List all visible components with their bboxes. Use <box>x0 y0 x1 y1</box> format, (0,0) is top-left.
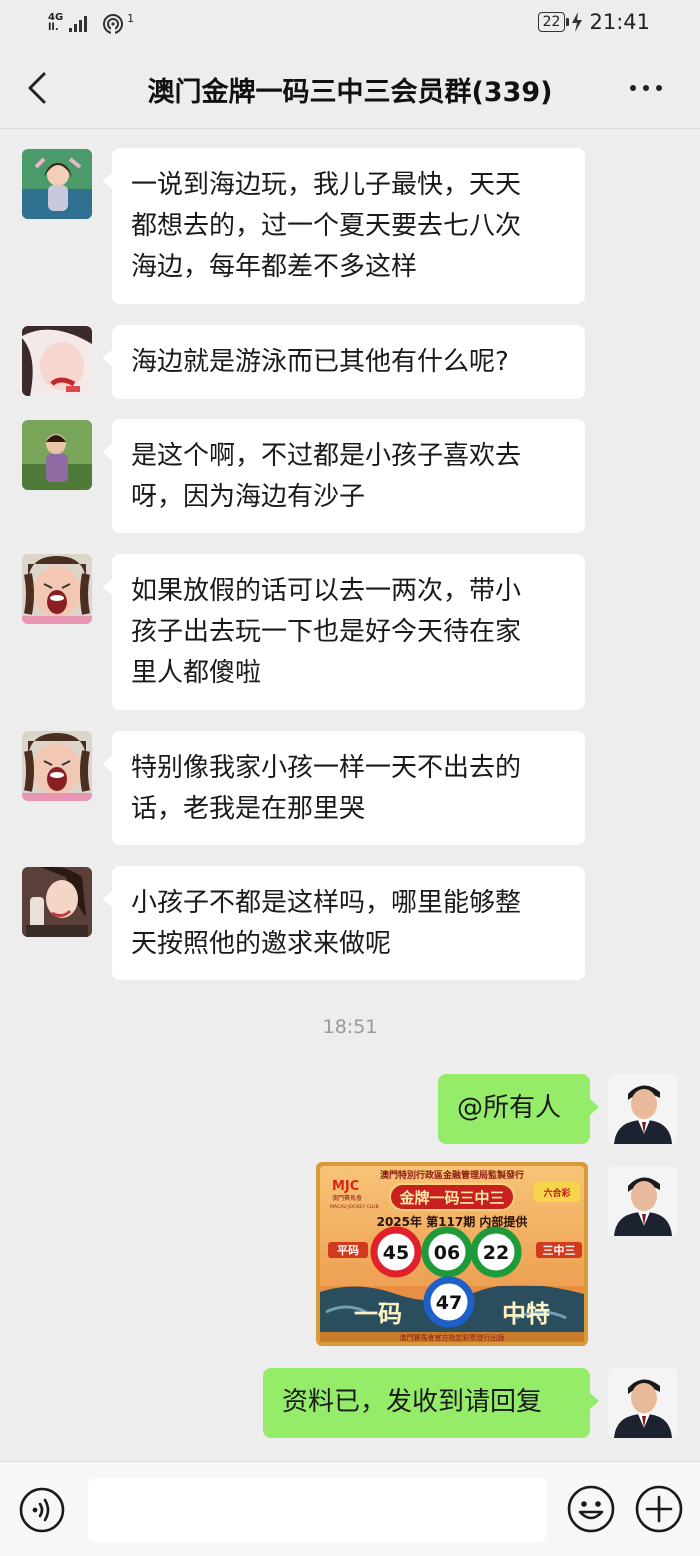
message-timestamp: 18:51 <box>322 1016 378 1038</box>
chat-title: 澳门金牌一码三中三会员群(339) <box>147 77 553 108</box>
voice-button[interactable] <box>18 1486 66 1534</box>
network-indicator: 4G ll. <box>48 13 63 33</box>
clock: 21:41 <box>589 10 650 34</box>
charging-icon <box>572 12 583 32</box>
avatar[interactable] <box>22 326 92 396</box>
avatar-photo <box>22 867 92 937</box>
poster-badge: 六合彩 <box>543 1187 570 1199</box>
back-button[interactable] <box>22 68 62 108</box>
avatar-photo <box>22 149 92 219</box>
chat-header: 澳门金牌一码三中三会员群(339) <box>0 48 700 129</box>
message-text: 特别像我家小孩一样一天不出去的 话，老我是在那里哭 <box>131 753 522 824</box>
avatar[interactable] <box>22 867 92 937</box>
message-text: 是这个啊，不过都是小孩子喜欢去 呀，因为海边有沙子 <box>131 441 522 512</box>
voice-icon <box>19 1487 65 1533</box>
more-dots-icon <box>630 85 662 91</box>
ball-number: 45 <box>383 1242 409 1264</box>
message-text: 一说到海边玩，我儿子最快，天天 都想去的，过一个夏天要去七八次 海边，每年都差不… <box>131 170 522 282</box>
avatar-photo <box>22 731 92 801</box>
status-bar: 4G ll. 1 22 21:41 <box>0 0 700 44</box>
more-functions-button[interactable] <box>634 1484 684 1534</box>
message-bubble[interactable]: 如果放假的话可以去一两次，带小 孩子出去玩一下也是好今天待在家 里人都傻啦 <box>103 554 585 710</box>
poster-bottom-right: 中特 <box>502 1299 550 1328</box>
my-avatar[interactable] <box>608 1166 678 1236</box>
my-message-bubble[interactable]: @所有人 <box>438 1074 599 1144</box>
message-text: @所有人 <box>457 1093 562 1123</box>
avatar-photo <box>22 554 92 624</box>
poster-footer: 澳門賽馬會官方指定彩票發行出版 <box>400 1333 505 1342</box>
status-left: 4G ll. 1 <box>48 12 134 34</box>
back-arrow-icon <box>28 72 46 104</box>
input-bar <box>0 1461 700 1556</box>
avatar[interactable] <box>22 149 92 219</box>
ball-number: 06 <box>434 1242 460 1264</box>
avatar-photo <box>608 1166 678 1236</box>
avatar-photo <box>22 420 92 490</box>
emoji-icon <box>567 1485 615 1533</box>
poster-bottom-left: 一码 <box>354 1299 402 1328</box>
message-text: 如果放假的话可以去一两次，带小 孩子出去玩一下也是好今天待在家 里人都傻啦 <box>131 576 522 688</box>
poster-top-banner: 澳門特別行政區金融管理局監製發行 <box>380 1169 524 1181</box>
lottery-poster: 澳門特別行政區金融管理局監製發行 MJC 澳門賽馬會 MACAU JOCKEY … <box>316 1162 588 1346</box>
avatar-photo <box>608 1368 678 1438</box>
ball-number: 22 <box>483 1242 509 1264</box>
message-text: 资料已，发收到请回复 <box>282 1387 543 1417</box>
poster-brand-en: MACAU JOCKEY CLUB <box>330 1204 379 1210</box>
battery-icon: 22 <box>537 12 570 32</box>
my-avatar[interactable] <box>608 1368 678 1438</box>
my-message-bubble[interactable]: 资料已，发收到请回复 <box>263 1368 599 1438</box>
poster-left-label: 平码 <box>337 1244 359 1257</box>
message-bubble[interactable]: 小孩子不都是这样吗，哪里能够整 天按照他的邀求来做呢 <box>103 866 585 980</box>
avatar[interactable] <box>22 554 92 624</box>
message-bubble[interactable]: 一说到海边玩，我儿子最快，天天 都想去的，过一个夏天要去七八次 海边，每年都差不… <box>103 148 585 304</box>
avatar[interactable] <box>22 420 92 490</box>
network-subtype: ll. <box>48 22 59 33</box>
poster-title: 金牌一码三中三 <box>398 1189 504 1207</box>
signal-icon <box>69 16 88 32</box>
avatar-photo <box>22 326 92 396</box>
message-input[interactable] <box>88 1478 546 1542</box>
message-text: 小孩子不都是这样吗，哪里能够整 天按照他的邀求来做呢 <box>131 888 522 959</box>
plus-icon <box>635 1485 683 1533</box>
hotspot-icon <box>103 14 124 34</box>
more-button[interactable] <box>630 76 670 100</box>
special-ball-number: 47 <box>436 1292 462 1314</box>
message-bubble[interactable]: 是这个啊，不过都是小孩子喜欢去 呀，因为海边有沙子 <box>103 419 585 533</box>
status-right: 22 21:41 <box>537 10 650 34</box>
lottery-image-message[interactable]: 澳門特別行政區金融管理局監製發行 MJC 澳門賽馬會 MACAU JOCKEY … <box>316 1162 588 1346</box>
avatar[interactable] <box>22 731 92 801</box>
poster-brand-cn: 澳門賽馬會 <box>332 1194 362 1202</box>
message-bubble[interactable]: 海边就是游泳而已其他有什么呢? <box>103 325 585 399</box>
message-text: 海边就是游泳而已其他有什么呢? <box>131 347 509 377</box>
poster-right-label: 三中三 <box>543 1243 576 1257</box>
emoji-button[interactable] <box>566 1484 616 1534</box>
avatar-photo <box>608 1074 678 1144</box>
message-bubble[interactable]: 特别像我家小孩一样一天不出去的 话，老我是在那里哭 <box>103 731 585 845</box>
hotspot-count: 1 <box>127 11 135 25</box>
my-avatar[interactable] <box>608 1074 678 1144</box>
poster-brand: MJC <box>332 1179 359 1194</box>
